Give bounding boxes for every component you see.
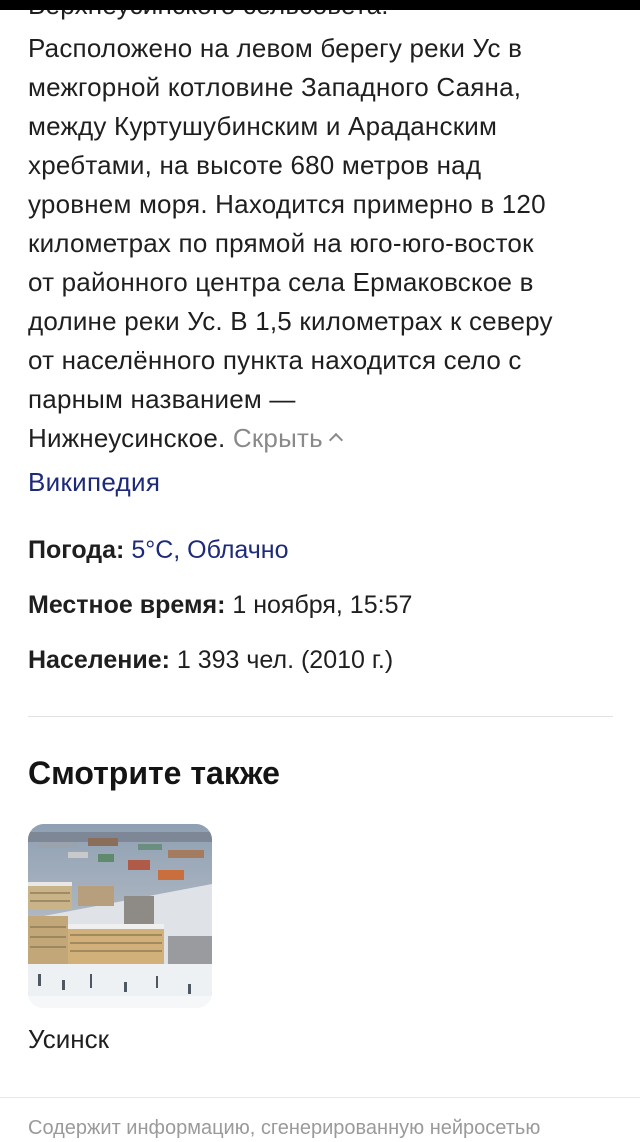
local-time-value: 1 ноября, 15:57 xyxy=(232,591,413,619)
status-bar xyxy=(0,0,640,10)
description-line: парным названием — xyxy=(28,384,296,414)
local-time-row: Местное время: 1 ноября, 15:57 xyxy=(28,588,412,622)
hide-label: Скрыть xyxy=(232,423,323,453)
wikipedia-source-link[interactable]: Википедия xyxy=(28,464,160,500)
section-divider xyxy=(28,716,613,717)
description-line: межгорной котловине Западного Саяна, xyxy=(28,72,522,102)
see-also-item-label: Усинск xyxy=(28,1024,110,1054)
description-line: Расположено на левом берегу реки Ус в xyxy=(28,33,523,63)
see-also-title: Смотрите также xyxy=(28,755,280,791)
hide-description-button[interactable]: Скрыть xyxy=(232,423,343,453)
population-value: 1 393 чел. (2010 г.) xyxy=(176,646,394,674)
description-line: уровнем моря. Находится примерно в 120 xyxy=(28,189,546,219)
see-also-card[interactable]: Усинск xyxy=(28,824,212,1056)
description-line: от населённого пункта находится село с xyxy=(28,345,522,375)
footer-divider xyxy=(0,1097,640,1098)
city-thumbnail-image xyxy=(28,824,212,1008)
population-label: Население: xyxy=(28,646,170,674)
weather-value-link[interactable]: 5°C, Облачно xyxy=(131,536,288,564)
description-line: долине реки Ус. В 1,5 километрах к север… xyxy=(28,306,553,336)
description-last-line: Нижнеусинское. Скрыть xyxy=(28,419,618,458)
description-line: от районного центра села Ермаковское в xyxy=(28,267,534,297)
weather-label: Погода: xyxy=(28,536,125,564)
place-description: Расположено на левом берегу реки Ус в ме… xyxy=(28,29,618,458)
description-last-text: Нижнеусинское. xyxy=(28,423,226,453)
description-line: хребтами, на высоте 680 метров над xyxy=(28,150,482,180)
chevron-up-icon xyxy=(328,432,343,448)
description-line: между Куртушубинским и Араданским xyxy=(28,111,498,141)
weather-row: Погода: 5°C, Облачно xyxy=(28,533,289,567)
footer-disclaimer: Содержит информацию, сгенерированную ней… xyxy=(28,1117,541,1139)
local-time-label: Местное время: xyxy=(28,591,226,619)
description-line: километрах по прямой на юго-юго-восток xyxy=(28,228,534,258)
population-row: Население: 1 393 чел. (2010 г.) xyxy=(28,643,393,677)
